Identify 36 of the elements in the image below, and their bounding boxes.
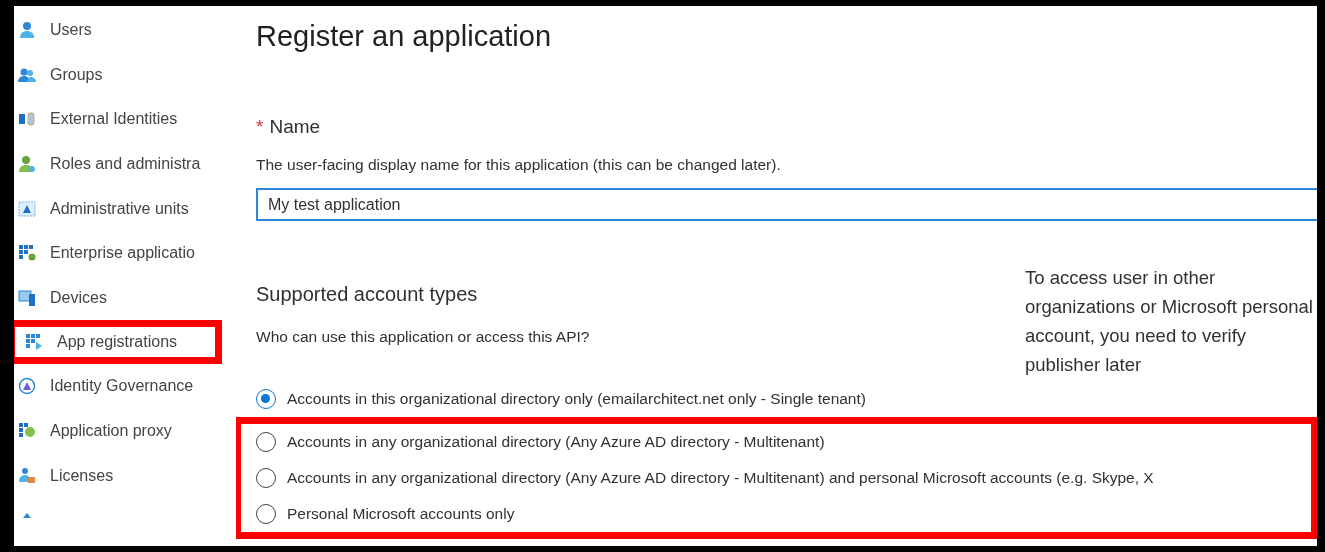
device-icon bbox=[18, 288, 36, 307]
radio-label: Accounts in any organizational directory (Any Azure AD directory - Multitenant) bbox=[287, 433, 825, 451]
info-note: To access user in other organizations or Microsoft personal account, you need to verify publisher later bbox=[1025, 266, 1314, 377]
sidebar-item[interactable]: Groups bbox=[14, 52, 236, 98]
page-title: Register an application bbox=[256, 20, 552, 54]
sidebar-item[interactable]: External Identities bbox=[14, 97, 236, 142]
sidebar-item[interactable]: Application proxy bbox=[14, 408, 236, 454]
sidebar-item[interactable]: Licenses bbox=[14, 453, 236, 498]
sidebar-item[interactable]: Enterprise applicatio bbox=[14, 230, 236, 276]
sidebar-item[interactable]: Administrative units bbox=[14, 186, 236, 231]
radio-button[interactable] bbox=[256, 504, 276, 524]
unit-icon bbox=[18, 199, 36, 218]
radio-button[interactable] bbox=[256, 468, 276, 488]
radio-label: Accounts in any organizational directory (Any Azure AD directory - Multitenant) and personal Microsoft accounts (e.g. Skype, X bbox=[287, 469, 1154, 487]
required-mark: * bbox=[256, 116, 264, 138]
radio-button[interactable] bbox=[256, 432, 276, 452]
sidebar-item[interactable]: Roles and administra bbox=[14, 141, 236, 187]
radio-button[interactable] bbox=[256, 389, 276, 409]
grid-icon bbox=[18, 244, 36, 263]
radio-label: Accounts in this organizational directory only (emailarchitect.net only - Single tenant) bbox=[287, 390, 866, 408]
person-icon bbox=[18, 155, 36, 174]
field-label: Name bbox=[269, 116, 321, 138]
sidebar-item[interactable]: Identity Governance bbox=[14, 364, 236, 409]
person-icon bbox=[18, 21, 36, 40]
identity-icon bbox=[18, 110, 36, 129]
sidebar-item[interactable]: Devices bbox=[14, 275, 236, 321]
section-heading: Supported account types bbox=[256, 283, 479, 306]
radio-label: Personal Microsoft accounts only bbox=[287, 505, 515, 523]
input-field[interactable]: My test application bbox=[256, 188, 1317, 221]
governance-icon bbox=[18, 377, 36, 396]
grid-icon bbox=[25, 333, 43, 352]
field-description: The user-facing display name for this application (this can be changed later). bbox=[256, 156, 782, 174]
sidebar-item[interactable]: App registrations bbox=[25, 327, 178, 358]
license-icon bbox=[18, 466, 36, 485]
sidebar-item[interactable]: Users bbox=[14, 8, 236, 53]
question-text: Who can use this application or access this API? bbox=[256, 328, 590, 346]
